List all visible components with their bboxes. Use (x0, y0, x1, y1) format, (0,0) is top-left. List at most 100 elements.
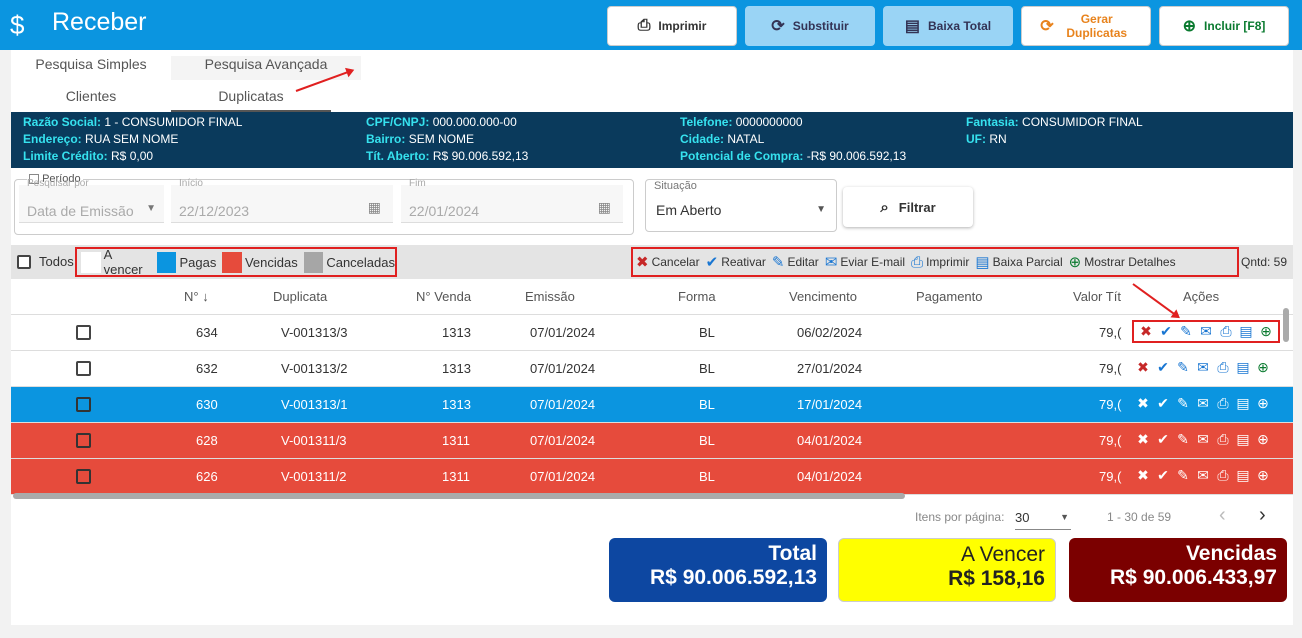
prev-page-button[interactable]: ‹ (1219, 504, 1226, 527)
plus-circle-icon[interactable]: ⊕ (1255, 359, 1271, 376)
edit-icon[interactable]: ✎ (1175, 467, 1191, 484)
tab-duplicatas[interactable]: Duplicatas (171, 88, 331, 112)
check-icon[interactable]: ✔ (1155, 359, 1171, 376)
chevron-down-icon: ▼ (1060, 512, 1069, 522)
edit-icon[interactable]: ✎ (1178, 323, 1194, 340)
action-imprimir[interactable]: ⎙ Imprimir (911, 254, 969, 271)
col-acoes: Ações (1183, 289, 1220, 304)
quantity-count: Qntd: 59 (1241, 255, 1288, 269)
table-row[interactable]: 630 V-001313/1 1313 07/01/2024 BL 17/01/… (11, 387, 1293, 423)
select-all-checkbox[interactable]: Todos (17, 254, 74, 269)
print-button[interactable]: ⎙ Imprimir (607, 6, 737, 46)
row-actions: ✖ ✔ ✎ ✉ ⎙ ▤ ⊕ (1135, 431, 1271, 448)
col-forma[interactable]: Forma (678, 289, 716, 304)
row-checkbox[interactable] (76, 433, 91, 448)
check-icon[interactable]: ✔ (1155, 467, 1171, 484)
col-emissao[interactable]: Emissão (525, 289, 575, 304)
check-icon[interactable]: ✔ (1155, 431, 1171, 448)
table-row[interactable]: 628 V-001311/3 1311 07/01/2024 BL 04/01/… (11, 423, 1293, 459)
mail-icon[interactable]: ✉ (1195, 359, 1211, 376)
document-icon[interactable]: ▤ (1235, 431, 1251, 448)
page-title: Receber (52, 8, 147, 36)
status-legend: A vencer Pagas Vencidas Canceladas (75, 247, 397, 277)
sort-down-icon: ↓ (202, 289, 209, 304)
baixa-total-button[interactable]: ▤ Baixa Total (883, 6, 1013, 46)
x-icon[interactable]: ✖ (1135, 431, 1151, 448)
col-duplicata[interactable]: Duplicata (273, 289, 327, 304)
action-mostrar-detalhes[interactable]: ⊕ Mostrar Detalhes (1069, 253, 1176, 271)
action-editar[interactable]: ✎ Editar (772, 253, 819, 271)
plus-circle-icon[interactable]: ⊕ (1258, 323, 1274, 340)
col-numero[interactable]: N° ↓ (184, 289, 209, 304)
check-icon[interactable]: ✔ (1158, 323, 1174, 340)
inicio-date-field[interactable]: 22/12/2023 ▦ (171, 185, 393, 223)
row-actions: ✖ ✔ ✎ ✉ ⎙ ▤ ⊕ (1135, 395, 1271, 412)
col-vencimento[interactable]: Vencimento (789, 289, 857, 304)
document-icon[interactable]: ▤ (1235, 467, 1251, 484)
printer-icon: ⎙ (637, 17, 651, 34)
items-per-page-select[interactable]: 30 ▼ (1015, 506, 1071, 530)
mail-icon[interactable]: ✉ (1195, 467, 1211, 484)
plus-circle-icon[interactable]: ⊕ (1255, 395, 1271, 412)
row-checkbox[interactable] (76, 361, 91, 376)
plus-circle-icon[interactable]: ⊕ (1255, 467, 1271, 484)
printer-icon[interactable]: ⎙ (1218, 323, 1234, 340)
printer-icon[interactable]: ⎙ (1215, 359, 1231, 376)
tab-clientes[interactable]: Clientes (11, 88, 171, 104)
mail-icon: ✉ (824, 254, 838, 271)
legend-swatch-vencidas (222, 251, 242, 273)
plus-circle-icon[interactable]: ⊕ (1255, 431, 1271, 448)
document-icon[interactable]: ▤ (1238, 323, 1254, 340)
action-baixa-parcial[interactable]: ▤ Baixa Parcial (975, 253, 1062, 271)
action-reativar[interactable]: ✔ Reativar (706, 253, 766, 271)
table-header: N° ↓ Duplicata N° Venda Emissão Forma Ve… (11, 279, 1293, 315)
mail-icon[interactable]: ✉ (1198, 323, 1214, 340)
table-row[interactable]: 626 V-001311/2 1311 07/01/2024 BL 04/01/… (11, 459, 1293, 495)
client-info-panel: Razão Social: 1 - CONSUMIDOR FINAL Ender… (11, 112, 1293, 168)
document-icon: ▤ (975, 254, 990, 271)
document-icon[interactable]: ▤ (1235, 359, 1251, 376)
action-cancelar[interactable]: ✖ Cancelar (636, 253, 700, 271)
printer-icon[interactable]: ⎙ (1215, 467, 1231, 484)
next-page-button[interactable]: › (1259, 504, 1266, 527)
filtrar-button[interactable]: ⌕ Filtrar (843, 187, 973, 227)
substitute-button[interactable]: ⟳ Substituir (745, 6, 875, 46)
horizontal-scrollbar[interactable] (13, 493, 905, 499)
fim-date-field[interactable]: 22/01/2024 ▦ (401, 185, 623, 223)
row-checkbox[interactable] (76, 469, 91, 484)
col-valor[interactable]: Valor Tít (1073, 289, 1121, 304)
row-checkbox[interactable] (76, 397, 91, 412)
col-pagamento[interactable]: Pagamento (916, 289, 983, 304)
x-icon[interactable]: ✖ (1135, 395, 1151, 412)
x-icon[interactable]: ✖ (1135, 359, 1151, 376)
edit-icon[interactable]: ✎ (1175, 359, 1191, 376)
x-icon: ✖ (636, 254, 649, 271)
mail-icon[interactable]: ✉ (1195, 431, 1211, 448)
gerar-duplicatas-button[interactable]: ⟳ Gerar Duplicatas (1021, 6, 1151, 46)
printer-icon[interactable]: ⎙ (1215, 395, 1231, 412)
table-row[interactable]: 634 V-001313/3 1313 07/01/2024 BL 06/02/… (11, 315, 1293, 351)
edit-icon[interactable]: ✎ (1175, 395, 1191, 412)
edit-icon: ✎ (771, 254, 785, 271)
tab-pesquisa-simples[interactable]: Pesquisa Simples (11, 56, 171, 72)
x-icon[interactable]: ✖ (1138, 323, 1154, 340)
x-icon[interactable]: ✖ (1135, 467, 1151, 484)
total-card: Total R$ 90.006.592,13 (609, 538, 827, 602)
action-enviar-email[interactable]: ✉ Eviar E-mail (825, 253, 905, 271)
row-checkbox[interactable] (76, 325, 91, 340)
calendar-icon[interactable]: ▦ (368, 199, 381, 216)
a-vencer-card: A Vencer R$ 158,16 (838, 538, 1056, 602)
printer-icon: ⎙ (911, 253, 924, 271)
vertical-scrollbar[interactable] (1283, 308, 1289, 342)
edit-icon[interactable]: ✎ (1175, 431, 1191, 448)
document-icon[interactable]: ▤ (1235, 395, 1251, 412)
mail-icon[interactable]: ✉ (1195, 395, 1211, 412)
table-row[interactable]: 632 V-001313/2 1313 07/01/2024 BL 27/01/… (11, 351, 1293, 387)
pesquisar-por-select[interactable]: Data de Emissão ▼ (19, 185, 164, 223)
check-icon[interactable]: ✔ (1155, 395, 1171, 412)
printer-icon[interactable]: ⎙ (1215, 431, 1231, 448)
incluir-button[interactable]: ⊕ Incluir [F8] (1159, 6, 1289, 46)
legend-swatch-a-vencer (81, 251, 101, 273)
calendar-icon[interactable]: ▦ (598, 199, 611, 216)
col-venda[interactable]: N° Venda (416, 289, 471, 304)
